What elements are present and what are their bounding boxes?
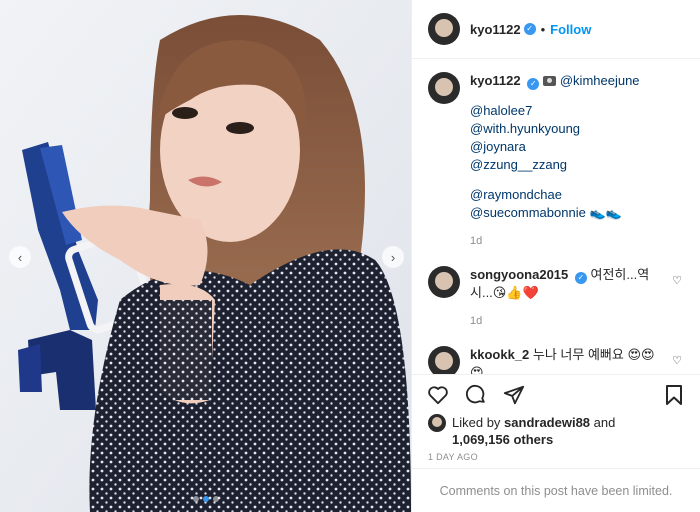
comment: songyoona2015 ✓ 여전히...역시...😘👍❤️ 1d ♡ <box>428 266 684 330</box>
caption-body: kyo1122 ✓ @kimheejune @halolee7 @with.hy… <box>470 72 684 250</box>
next-slide-button[interactable]: › <box>382 246 404 268</box>
carousel-dot <box>212 496 219 502</box>
chevron-right-icon: › <box>390 249 396 265</box>
caption: kyo1122 ✓ @kimheejune @halolee7 @with.hy… <box>428 72 684 250</box>
post-photo[interactable]: ‹ › <box>0 0 411 512</box>
like-comment-heart-icon[interactable]: ♡ <box>672 274 682 287</box>
caption-author-username[interactable]: kyo1122 <box>470 73 521 88</box>
heart-icon <box>428 385 448 404</box>
post-actions-bar <box>412 374 700 414</box>
comments-list[interactable]: kyo1122 ✓ @kimheejune @halolee7 @with.hy… <box>412 72 700 374</box>
follow-button[interactable]: Follow <box>550 22 591 37</box>
save-button[interactable] <box>662 383 686 407</box>
caption-author-avatar[interactable] <box>428 72 460 104</box>
share-button[interactable] <box>502 383 526 407</box>
carousel-dot <box>192 496 199 502</box>
post-header: kyo1122 ✓ • Follow <box>412 0 700 59</box>
share-icon <box>503 385 525 404</box>
post-timestamp[interactable]: 1 DAY AGO <box>428 452 478 462</box>
sneaker-emoji: 👟👟 <box>589 205 622 220</box>
like-button[interactable] <box>426 383 450 407</box>
chevron-left-icon: ‹ <box>17 249 23 265</box>
commenter-username[interactable]: kkookk_2 <box>470 347 529 362</box>
previous-slide-button[interactable]: ‹ <box>9 246 31 268</box>
likes-summary: Liked by sandradewi88 and 1,069,156 othe… <box>428 414 684 448</box>
mention-link[interactable]: @kimheejune <box>560 73 640 88</box>
comments-limited-notice: Comments on this post have been limited. <box>412 468 700 512</box>
liker-username[interactable]: sandradewi88 <box>504 415 590 430</box>
comment: kkookk_2 누나 너무 예뻐요 😍😍😍 ♡ <box>428 346 684 374</box>
bookmark-icon <box>666 384 682 405</box>
instagram-post: ‹ › kyo1122 ✓ • Follow kyo1122 ✓ @kimhee… <box>0 0 700 512</box>
likes-text: Liked by sandradewi88 and 1,069,156 othe… <box>452 414 615 448</box>
carousel-indicator <box>0 496 411 502</box>
author-avatar[interactable] <box>428 13 460 45</box>
verified-icon: ✓ <box>527 78 540 90</box>
like-comment-heart-icon[interactable]: ♡ <box>672 354 682 367</box>
portrait-image <box>0 0 411 512</box>
mention-link[interactable]: @suecommabonnie <box>470 205 586 220</box>
mention-link[interactable]: @joynara <box>470 138 684 156</box>
caption-time[interactable]: 1d <box>470 232 684 250</box>
mention-link[interactable]: @zzung__zzang <box>470 156 684 174</box>
comment-icon <box>465 384 485 403</box>
mention-link[interactable]: @raymondchae <box>470 186 684 204</box>
comment-body: songyoona2015 ✓ 여전히...역시...😘👍❤️ 1d <box>470 266 684 330</box>
camera-icon <box>542 76 556 86</box>
verified-icon: ✓ <box>523 23 536 35</box>
separator-dot: • <box>540 21 546 37</box>
liker-avatar[interactable] <box>428 414 446 432</box>
commenter-username[interactable]: songyoona2015 <box>470 267 568 282</box>
commenter-avatar[interactable] <box>428 266 460 298</box>
mention-link[interactable]: @halolee7 <box>470 102 684 120</box>
commenter-avatar[interactable] <box>428 346 460 374</box>
likes-prefix: Liked by <box>452 415 501 430</box>
likes-count-link[interactable]: 1,069,156 others <box>452 432 553 447</box>
carousel-dot-active <box>202 496 209 502</box>
comment-button[interactable] <box>464 383 488 407</box>
post-side-panel: kyo1122 ✓ • Follow kyo1122 ✓ @kimheejune… <box>411 0 700 512</box>
comment-body: kkookk_2 누나 너무 예뻐요 😍😍😍 <box>470 346 684 374</box>
likes-middle: and <box>593 415 616 430</box>
verified-icon: ✓ <box>574 272 587 284</box>
mention-link[interactable]: @with.hyunkyoung <box>470 120 684 138</box>
author-username[interactable]: kyo1122 <box>470 22 521 37</box>
comment-time[interactable]: 1d <box>470 312 662 330</box>
